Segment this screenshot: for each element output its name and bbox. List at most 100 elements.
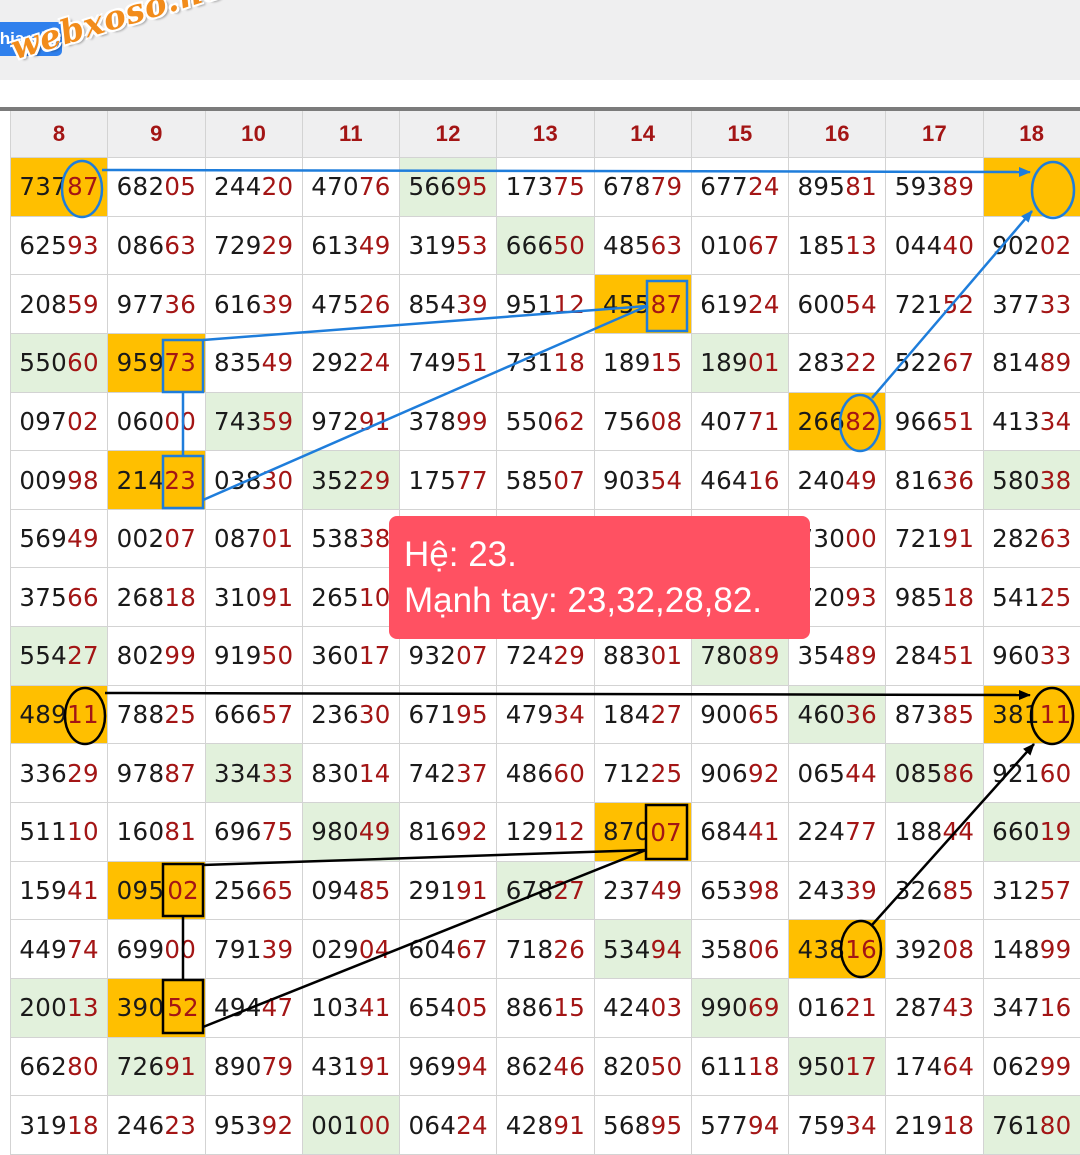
result-last-two-digits: 85 xyxy=(942,700,975,730)
result-prefix: 721 xyxy=(894,524,943,554)
result-cell: 038 30 xyxy=(205,451,303,510)
column-header[interactable]: 12 xyxy=(400,111,498,158)
column-header[interactable]: 8 xyxy=(11,111,109,158)
result-prefix: 903 xyxy=(603,465,651,495)
result-prefix: 148 xyxy=(992,934,1040,964)
result-last-two-digits: 24 xyxy=(747,172,780,202)
result-prefix: 246 xyxy=(116,1110,165,1140)
result-cell: 159 41 xyxy=(11,861,109,921)
result-last-two-digits: 60 xyxy=(1039,758,1072,788)
result-cell: 010 67 xyxy=(691,216,790,276)
result-cell: 424 03 xyxy=(594,978,692,1038)
result-prefix: 284 xyxy=(894,641,943,671)
top-toolbar: hia sẻ webxoso.net xyxy=(0,0,1080,80)
result-cell: 699 00 xyxy=(108,920,206,979)
result-cell: 243 39 xyxy=(789,861,887,921)
result-cell: 742 37 xyxy=(400,744,498,804)
result-cell: 358 06 xyxy=(691,920,790,979)
result-cell: 266 82 xyxy=(789,392,887,452)
result-last-two-digits: 18 xyxy=(67,1110,99,1140)
result-last-two-digits: 07 xyxy=(553,465,586,495)
result-cell: 820 50 xyxy=(594,1037,692,1097)
result-last-two-digits: 80 xyxy=(67,1051,99,1081)
result-last-two-digits: 23 xyxy=(164,1110,197,1140)
result-prefix: 390 xyxy=(116,993,165,1023)
column-header[interactable]: 10 xyxy=(205,111,303,158)
result-prefix: 985 xyxy=(894,582,943,612)
result-prefix: 554 xyxy=(19,641,68,671)
result-cell: 060 00 xyxy=(108,392,206,452)
result-prefix: 189 xyxy=(700,348,748,378)
result-cell: 103 41 xyxy=(302,978,401,1038)
column-header[interactable]: 18 xyxy=(983,111,1080,158)
result-last-two-digits: 52 xyxy=(942,289,975,319)
result-cell: 919 50 xyxy=(205,627,303,686)
result-last-two-digits: 07 xyxy=(164,524,197,554)
result-prefix: 016 xyxy=(797,993,846,1023)
result-prefix: 969 xyxy=(408,1051,457,1081)
result-prefix: 780 xyxy=(700,641,748,671)
column-header[interactable]: 17 xyxy=(886,111,984,158)
result-prefix: 854 xyxy=(408,289,457,319)
result-prefix: 319 xyxy=(408,230,457,260)
result-prefix: 625 xyxy=(19,230,68,260)
result-cell: 538 38 xyxy=(302,509,401,569)
result-cell: 585 07 xyxy=(497,451,595,510)
result-prefix: 550 xyxy=(19,348,68,378)
result-cell: 129 12 xyxy=(497,803,595,862)
result-cell: 718 26 xyxy=(497,920,595,979)
result-cell: 240 49 xyxy=(789,451,887,510)
result-prefix: 729 xyxy=(213,230,262,260)
result-last-two-digits: 18 xyxy=(942,582,975,612)
column-header[interactable]: 9 xyxy=(108,111,206,158)
result-prefix: 265 xyxy=(311,582,359,612)
result-cell: 334 33 xyxy=(205,744,303,804)
result-last-two-digits: 34 xyxy=(845,1110,877,1140)
result-last-two-digits: 85 xyxy=(358,876,391,905)
result-cell: 978 87 xyxy=(108,744,206,804)
result-last-two-digits: 71 xyxy=(747,406,780,436)
result-prefix: 256 xyxy=(213,876,262,905)
result-prefix: 724 xyxy=(505,641,554,671)
result-cell: 580 38 xyxy=(983,451,1080,510)
column-header[interactable]: 15 xyxy=(691,111,790,158)
result-cell: 375 66 xyxy=(11,568,109,628)
result-prefix: 336 xyxy=(19,758,68,788)
result-prefix: 759 xyxy=(797,1110,846,1140)
result-cell: 086 63 xyxy=(108,216,206,276)
result-cell: 731 18 xyxy=(497,333,595,393)
result-last-two-digits: 80 xyxy=(1039,1110,1072,1140)
result-cell: 390 52 xyxy=(108,978,206,1038)
result-cell: 835 49 xyxy=(205,333,303,393)
result-cell: 990 69 xyxy=(691,978,790,1038)
result-cell: 593 89 xyxy=(886,158,984,217)
result-last-two-digits: 01 xyxy=(650,641,683,671)
column-header[interactable]: 14 xyxy=(594,111,692,158)
result-prefix: 678 xyxy=(603,172,651,202)
result-cell: 569 49 xyxy=(11,509,109,569)
result-last-two-digits: 11 xyxy=(1039,700,1072,730)
column-header[interactable]: 16 xyxy=(789,111,887,158)
result-prefix: 756 xyxy=(603,406,651,436)
result-cell: 062 99 xyxy=(983,1037,1080,1097)
result-cell: 438 16 xyxy=(789,920,887,979)
column-header[interactable]: 13 xyxy=(497,111,595,158)
column-header[interactable]: 11 xyxy=(302,111,401,158)
result-cell: 726 91 xyxy=(108,1037,206,1097)
result-cell: 244 20 xyxy=(205,158,303,217)
result-prefix: 240 xyxy=(797,465,846,495)
result-last-two-digits: 87 xyxy=(650,289,683,319)
result-prefix: 431 xyxy=(311,1051,359,1081)
result-prefix: 951 xyxy=(505,289,554,319)
result-last-two-digits: 17 xyxy=(358,641,391,671)
result-cell: 464 16 xyxy=(691,451,790,510)
result-last-two-digits: 69 xyxy=(747,993,780,1023)
result-prefix: 486 xyxy=(505,758,554,788)
result-cell: 284 51 xyxy=(886,627,984,686)
result-cell: 319 53 xyxy=(400,216,498,276)
result-last-two-digits: 79 xyxy=(261,1051,294,1081)
result-cell: 378 99 xyxy=(400,392,498,452)
result-prefix: 244 xyxy=(213,172,262,202)
result-last-two-digits: 33 xyxy=(1039,641,1072,671)
result-last-two-digits: 82 xyxy=(845,406,877,436)
